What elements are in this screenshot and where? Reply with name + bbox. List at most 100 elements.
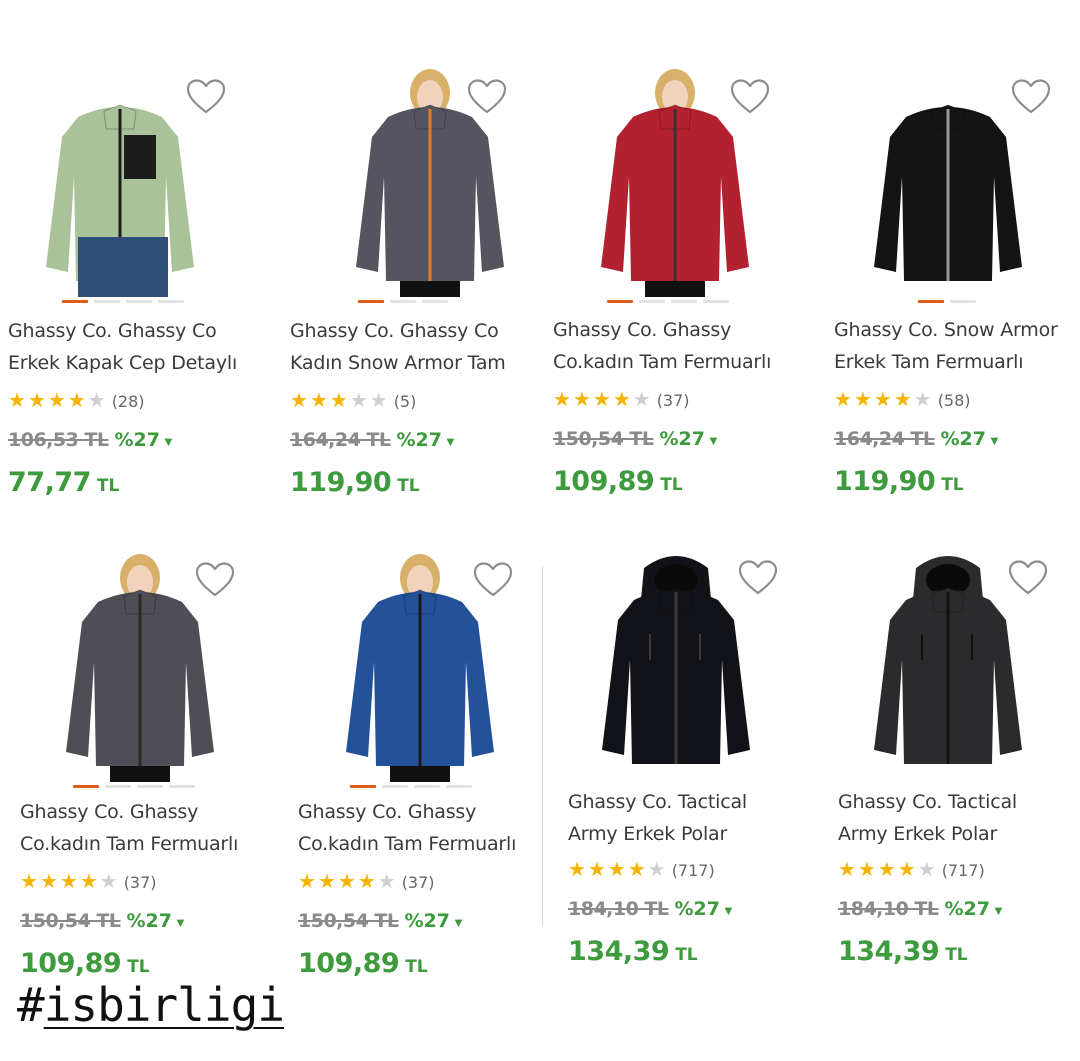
product-title[interactable]: Ghassy Co. Tactical Army Erkek Polar [568, 786, 830, 850]
product-card[interactable]: Ghassy Co. Tactical Army Erkek Polar ★ ★ ★ ★ ★… [838, 550, 1080, 990]
discount-badge: %27 [396, 429, 442, 451]
product-title[interactable]: Ghassy Co. Ghassy Co.kadın Tam Fermuarlı [20, 796, 282, 860]
carousel-dot[interactable] [137, 785, 163, 788]
favorite-heart-icon[interactable] [195, 562, 235, 598]
product-image-area[interactable] [568, 550, 808, 780]
star-icon: ★ [290, 390, 308, 412]
rating: ★ ★ ★ ★ ★ (5) [290, 391, 416, 411]
product-title-line[interactable]: Co.kadın Tam Fermuarlı [298, 828, 560, 860]
carousel-dot[interactable] [950, 300, 976, 303]
product-title-line[interactable]: Ghassy Co. Tactical [568, 786, 830, 818]
price-value: 134,39 [568, 936, 670, 967]
current-price: 109,89 TL [20, 948, 150, 979]
product-card[interactable]: Ghassy Co. Ghassy Co.kadın Tam Fermuarlı ★… [20, 552, 280, 992]
product-image-area[interactable] [553, 67, 793, 303]
favorite-heart-icon[interactable] [738, 560, 778, 596]
favorite-heart-icon[interactable] [1011, 79, 1051, 115]
product-title[interactable]: Ghassy Co. Tactical Army Erkek Polar [838, 786, 1080, 850]
product-title-line[interactable]: Co.kadın Tam Fermuarlı [20, 828, 282, 860]
product-card[interactable]: Ghassy Co. Ghassy Co Kadın Snow Armor Tam… [290, 67, 550, 507]
product-title-line[interactable]: Ghassy Co. Ghassy [20, 796, 282, 828]
rating: ★ ★ ★ ★ ★ (717) [838, 860, 985, 880]
product-image[interactable] [38, 67, 203, 297]
star-icon: ★ [568, 859, 586, 881]
product-card[interactable]: Ghassy Co. Ghassy Co Erkek Kapak Cep Deta… [8, 67, 268, 507]
product-image[interactable] [594, 550, 759, 780]
carousel-dot[interactable] [390, 300, 416, 303]
product-title-line[interactable]: Ghassy Co. Snow Armor [834, 314, 1080, 346]
image-carousel-dots[interactable] [607, 300, 729, 303]
favorite-heart-icon[interactable] [1008, 560, 1048, 596]
carousel-dot[interactable] [62, 300, 88, 303]
product-title-line[interactable]: Co.kadın Tam Fermuarlı [553, 346, 815, 378]
price-value: 109,89 [553, 466, 655, 497]
product-image-area[interactable] [838, 550, 1078, 780]
star-icon: ★ [917, 859, 936, 881]
carousel-dot[interactable] [350, 785, 376, 788]
product-image-area[interactable] [834, 67, 1074, 303]
favorite-heart-icon[interactable] [186, 79, 226, 115]
carousel-dot[interactable] [73, 785, 99, 788]
carousel-dot[interactable] [446, 785, 472, 788]
product-title[interactable]: Ghassy Co. Ghassy Co.kadın Tam Fermuarlı [553, 314, 815, 378]
product-card[interactable]: Ghassy Co. Ghassy Co.kadın Tam Fermuarlı ★… [298, 552, 558, 992]
product-image-area[interactable] [20, 552, 260, 788]
favorite-heart-icon[interactable] [467, 79, 507, 115]
carousel-dot[interactable] [422, 300, 448, 303]
old-price-row: 164,24 TL %27 ▼ [290, 429, 457, 451]
product-title-line[interactable]: Kadın Snow Armor Tam [290, 347, 552, 379]
carousel-dot[interactable] [382, 785, 408, 788]
carousel-dot[interactable] [94, 300, 120, 303]
product-title-line[interactable]: Ghassy Co. Ghassy [553, 314, 815, 346]
discount-badge: %27 [114, 429, 160, 451]
old-price: 184,10 TL [838, 898, 939, 920]
product-title[interactable]: Ghassy Co. Ghassy Co.kadın Tam Fermuarlı [298, 796, 560, 860]
product-title-line[interactable]: Ghassy Co. Ghassy Co [290, 315, 552, 347]
product-title-line[interactable]: Ghassy Co. Ghassy [298, 796, 560, 828]
carousel-dot[interactable] [703, 300, 729, 303]
image-carousel-dots[interactable] [62, 300, 184, 303]
star-icon: ★ [893, 389, 912, 411]
product-title[interactable]: Ghassy Co. Ghassy Co Kadın Snow Armor Tam [290, 315, 552, 379]
image-carousel-dots[interactable] [918, 300, 976, 303]
product-title[interactable]: Ghassy Co. Ghassy Co Erkek Kapak Cep Deta… [8, 315, 270, 379]
product-image[interactable] [866, 550, 1031, 780]
carousel-dot[interactable] [607, 300, 633, 303]
product-title[interactable]: Ghassy Co. Snow Armor Erkek Tam Fermuarlı [834, 314, 1080, 378]
carousel-dot[interactable] [126, 300, 152, 303]
product-image-area[interactable] [290, 67, 530, 303]
discount-badge: %27 [404, 910, 450, 932]
triangle-down-icon: ▼ [452, 915, 465, 930]
product-title-line[interactable]: Ghassy Co. Ghassy Co [8, 315, 270, 347]
product-title-line[interactable]: Army Erkek Polar [838, 818, 1080, 850]
product-title-line[interactable]: Erkek Kapak Cep Detaylı [8, 347, 270, 379]
favorite-heart-icon[interactable] [473, 562, 513, 598]
price-currency: TL [397, 476, 420, 496]
discount-badge: %27 [659, 428, 705, 450]
product-card[interactable]: Ghassy Co. Ghassy Co.kadın Tam Fermuarlı ★… [553, 67, 813, 507]
star-icon: ★ [612, 389, 631, 411]
star-icon: ★ [897, 859, 916, 881]
carousel-dot[interactable] [105, 785, 131, 788]
carousel-dot[interactable] [639, 300, 665, 303]
carousel-dot[interactable] [671, 300, 697, 303]
product-image[interactable] [866, 67, 1031, 297]
image-carousel-dots[interactable] [73, 785, 195, 788]
carousel-dot[interactable] [169, 785, 195, 788]
star-icon: ★ [59, 871, 78, 893]
product-image-area[interactable] [298, 552, 538, 788]
image-carousel-dots[interactable] [350, 785, 472, 788]
carousel-dot[interactable] [358, 300, 384, 303]
carousel-dot[interactable] [158, 300, 184, 303]
product-image-area[interactable] [8, 67, 248, 303]
product-title-line[interactable]: Army Erkek Polar [568, 818, 830, 850]
triangle-down-icon: ▼ [174, 915, 187, 930]
product-title-line[interactable]: Erkek Tam Fermuarlı [834, 346, 1080, 378]
carousel-dot[interactable] [414, 785, 440, 788]
image-carousel-dots[interactable] [358, 300, 448, 303]
favorite-heart-icon[interactable] [730, 79, 770, 115]
carousel-dot[interactable] [918, 300, 944, 303]
product-title-line[interactable]: Ghassy Co. Tactical [838, 786, 1080, 818]
product-card[interactable]: Ghassy Co. Tactical Army Erkek Polar ★ ★ ★ ★ ★… [568, 550, 828, 990]
product-card[interactable]: Ghassy Co. Snow Armor Erkek Tam Fermuarlı… [834, 67, 1080, 507]
